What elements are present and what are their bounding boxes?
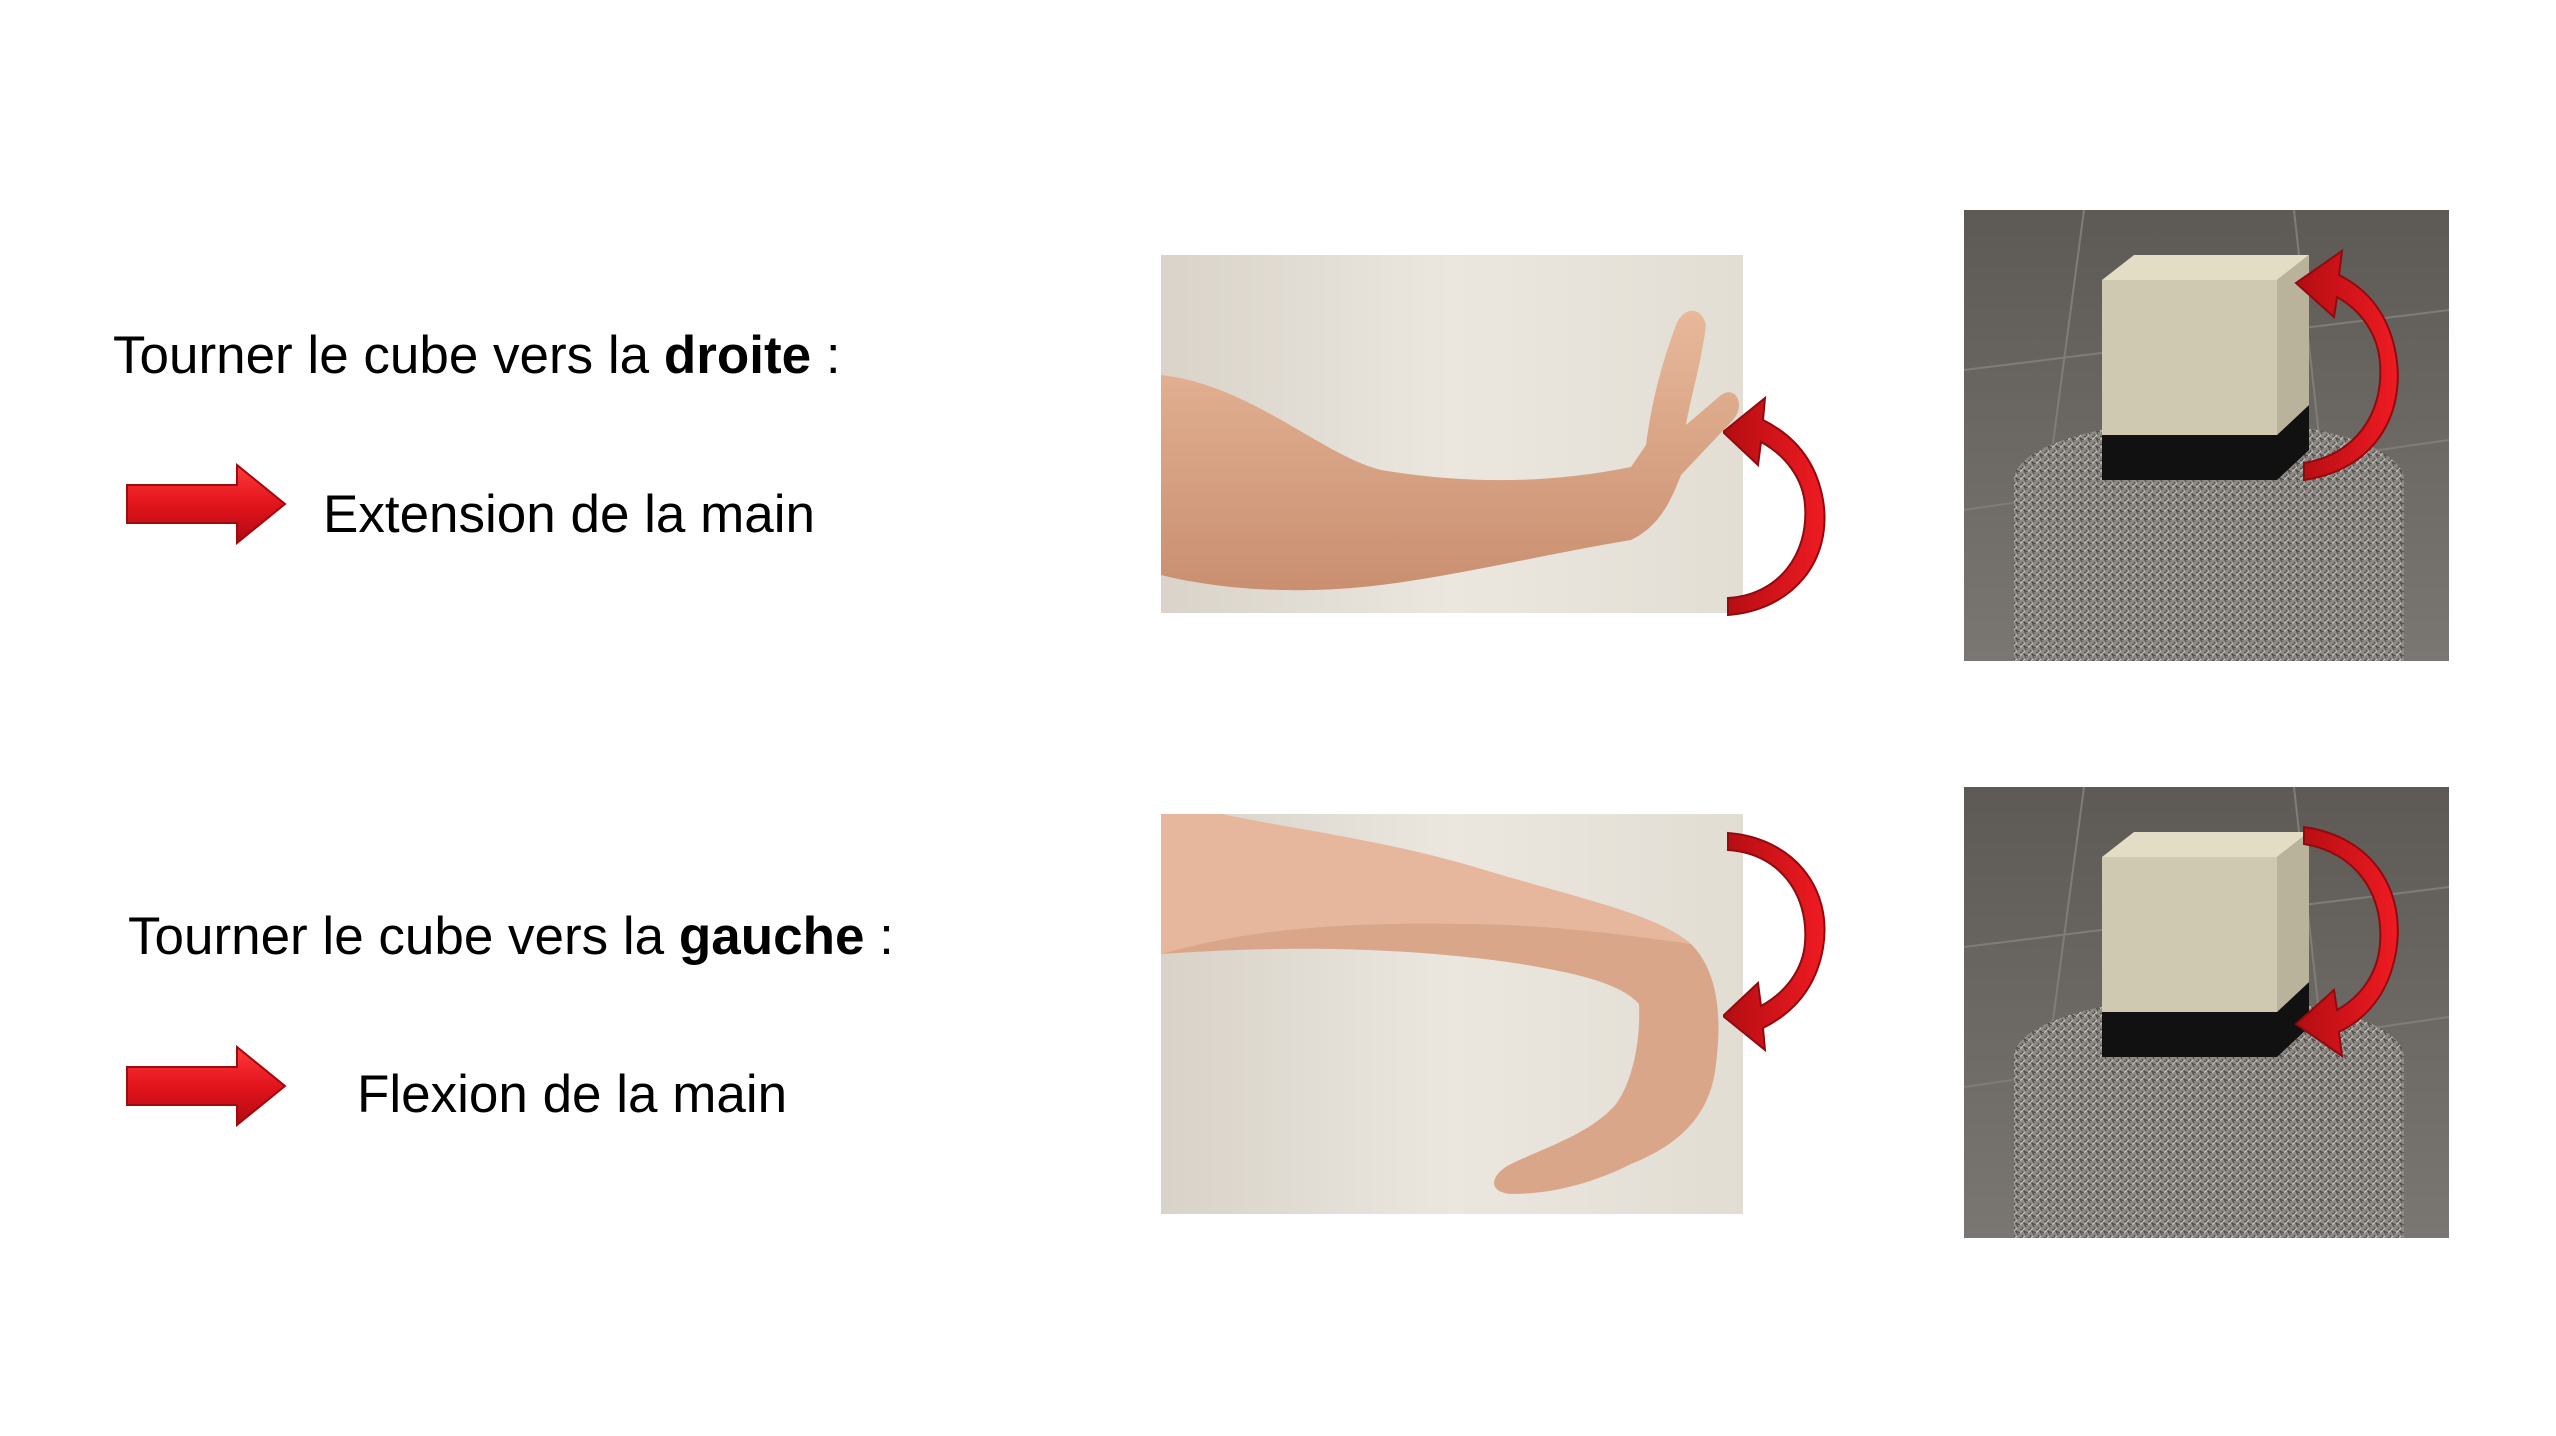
instruction-right-keyword: droite [663,326,812,385]
instruction-left-keyword: gauche [678,907,865,966]
right-arrow-icon [126,1045,287,1127]
instruction-right-prefix: Tourner le cube vers la [113,326,664,385]
cube-render-right [1964,210,2449,661]
instruction-left-suffix: : [864,907,894,966]
curved-arrow-down-icon [1723,831,1826,1053]
curved-arrow-down-icon [2294,825,2399,1059]
movement-extension: Extension de la main [323,485,816,544]
instruction-left: Tourner le cube vers la gauche : [128,906,894,968]
instruction-left-prefix: Tourner le cube vers la [128,907,679,966]
curved-arrow-up-icon [2294,248,2399,482]
cube-render-left [1964,787,2449,1238]
curved-arrow-up-icon [1723,395,1826,617]
hand-extension-photo [1161,255,1743,613]
right-arrow-icon [126,463,287,545]
movement-flexion: Flexion de la main [357,1065,788,1124]
instruction-right-suffix: : [811,326,841,385]
hand-flexion-photo [1161,814,1743,1214]
instruction-right: Tourner le cube vers la droite : [113,325,841,387]
